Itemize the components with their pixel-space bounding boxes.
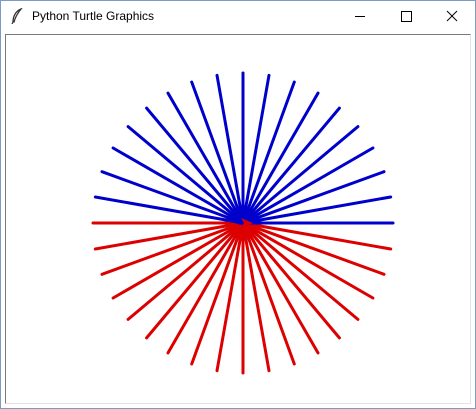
feather-icon bbox=[10, 7, 24, 25]
window-title: Python Turtle Graphics bbox=[32, 9, 155, 23]
maximize-button[interactable] bbox=[383, 1, 429, 32]
turtle-window: Python Turtle Graphics bbox=[0, 0, 476, 409]
maximize-icon bbox=[401, 11, 412, 22]
title-bar[interactable]: Python Turtle Graphics bbox=[1, 1, 475, 32]
turtle-canvas[interactable] bbox=[5, 34, 471, 404]
minimize-icon bbox=[355, 16, 365, 17]
turtle-drawing bbox=[91, 71, 395, 375]
close-button[interactable] bbox=[429, 1, 475, 32]
close-icon bbox=[446, 10, 458, 22]
minimize-button[interactable] bbox=[337, 1, 383, 32]
